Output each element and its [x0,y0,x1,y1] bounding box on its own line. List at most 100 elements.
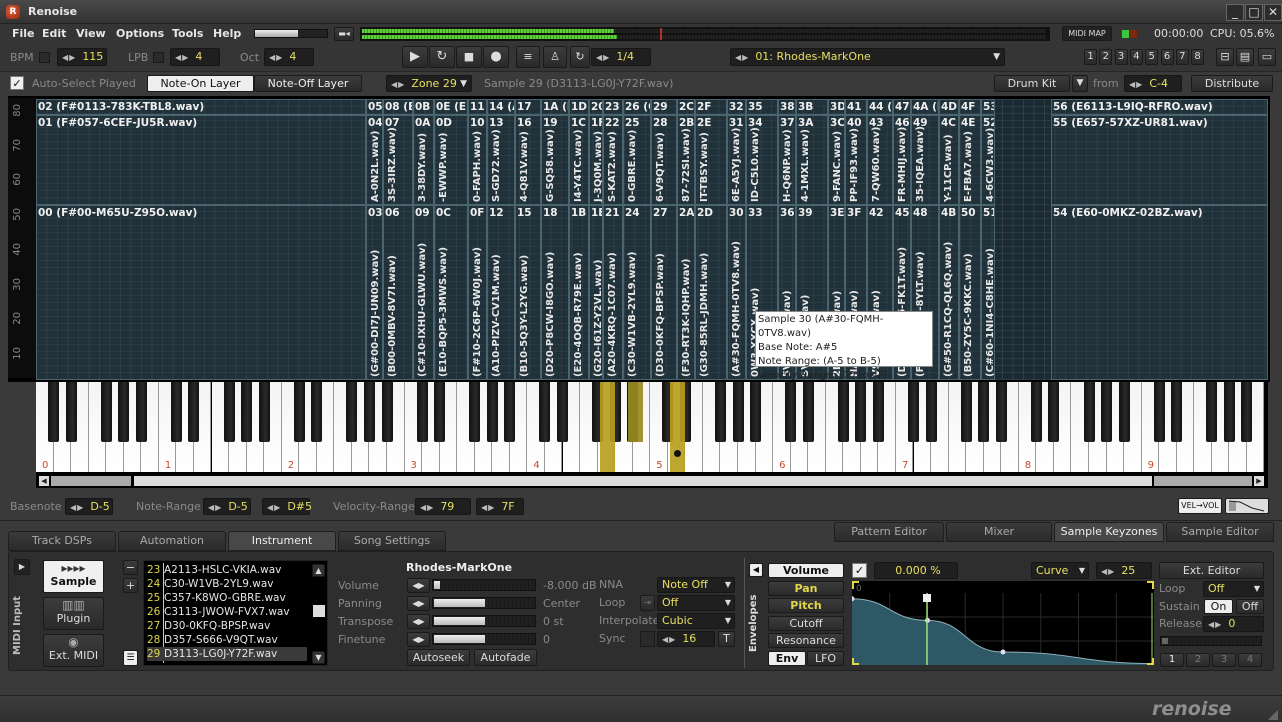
keyzone[interactable]: 1B (E20-4OQB-R79E.wav) [569,205,589,380]
keyzone[interactable]: 15 (B10-5Q3Y-L2YG.wav) [515,205,541,380]
black-key[interactable] [486,382,498,442]
black-key[interactable] [135,382,147,442]
black-key[interactable] [908,382,919,442]
keyzone[interactable]: 25 0-GBRE.wav) [623,115,651,205]
distribute-button[interactable]: Distribute [1191,75,1273,92]
keyzone[interactable]: 0D -EWWP.wav) [434,115,468,205]
black-key[interactable] [65,382,77,442]
black-key[interactable] [1153,382,1165,442]
envelope-pan-button[interactable]: Pan [768,580,844,596]
keyzone[interactable]: 0A 3-38DY.wav) [413,115,434,205]
piano-keyboard[interactable]: 0 1 2 3 4 5 6 7 8 9 [36,382,1268,474]
basenote-field[interactable]: ◀▶ D-5 [65,498,113,515]
lpb-checkbox[interactable] [153,52,164,63]
menu-file[interactable]: File [12,27,35,40]
black-key[interactable] [837,382,849,442]
keyzone[interactable]: 43 7-QW60.wav) [867,115,893,205]
envelope-preset-4[interactable]: 4 [1238,653,1262,667]
keyzone[interactable]: 28 6-V9QT.wav) [651,115,677,205]
view-tab-pattern-editor[interactable]: Pattern Editor [834,522,944,542]
black-key[interactable] [188,382,200,442]
keyzone[interactable]: 3D (C [828,99,845,115]
envelope-volume-button[interactable]: Volume [768,563,844,578]
keyzone[interactable]: 1A (D [541,99,569,115]
keyzone[interactable]: 31 6E-A5YJ.wav) [727,115,746,205]
keyzone[interactable]: 34 ID-C5L0.wav) [746,115,778,205]
collapse-envelopes-button[interactable]: ◀ [749,563,763,577]
envelope-resonance-button[interactable]: Resonance [768,633,844,648]
expand-midi-input-button[interactable]: ▶ [14,559,30,575]
keyzone[interactable]: 35 [746,99,778,115]
volume-slider[interactable] [432,579,536,591]
keyzone[interactable]: 0F (F#10-2C6P-6W0J.wav) [468,205,487,380]
black-key[interactable] [504,382,516,442]
keyzone[interactable]: 40 PP-IF93.wav) [845,115,867,205]
layout-split-button[interactable]: ⊟ [1216,48,1234,66]
keyzone[interactable]: 2A (F30-RT3K-IQHP.wav) [677,205,695,380]
black-key[interactable] [100,382,112,442]
black-key[interactable] [469,382,481,442]
black-key[interactable] [995,382,1007,442]
autofade-button[interactable]: Autofade [474,649,537,666]
keyzone[interactable]: 22 S-KAT2.wav) [603,115,623,205]
keyzone[interactable]: 0E (E [434,99,468,115]
track-button-4[interactable]: 4 [1129,49,1143,65]
black-key[interactable] [1206,382,1218,442]
keyzone[interactable]: 08 (B [383,99,413,115]
zone-selector[interactable]: ◀▶ Zone 29 ▼ [386,75,472,92]
keyzone[interactable]: 3B [796,99,828,115]
maximize-button[interactable]: □ [1245,4,1263,21]
sustain-handle[interactable] [923,594,931,602]
sustain-on-button[interactable]: On [1204,599,1233,614]
keyzone[interactable]: 17 [515,99,541,115]
drum-kit-dropdown[interactable]: ▼ [1072,75,1088,92]
keyzone[interactable]: 30 (A#30-FQMH-0TV8.wav) [727,205,746,380]
source-sample-button[interactable]: ▸▸▸▸ Sample [43,560,104,593]
black-key[interactable] [1048,382,1060,442]
lpb-field[interactable]: ◀▶ 4 [170,48,220,66]
sample-list-item[interactable]: 27 D30-0KFQ-BPSP.wav [147,619,307,633]
keyzone[interactable]: 4E E-FBA7.wav) [959,115,981,205]
keyzone[interactable]: 37 H-Q6NP.wav) [778,115,796,205]
black-key[interactable] [557,382,568,442]
keyzone[interactable]: 20 (G [589,99,603,115]
keyzone[interactable]: 18 (D20-P8CW-I8GO.wav) [541,205,569,380]
loop-play-button[interactable]: ↻ [429,46,455,68]
envelope-point[interactable] [1000,649,1006,655]
finetune-stepper[interactable]: ◀▶ [407,632,430,647]
black-key[interactable] [1030,382,1042,442]
view-tab-sample-editor[interactable]: Sample Editor [1166,522,1274,542]
black-key[interactable] [1171,382,1183,442]
keyzone[interactable]: 1C I4-Y4TC.wav) [569,115,589,205]
keyzone[interactable]: 00 (F#00-M65U-Z95O.wav) [36,205,366,380]
panning-stepper[interactable]: ◀▶ [407,596,430,611]
envelope-preset-2[interactable]: 2 [1186,653,1210,667]
track-button-2[interactable]: 2 [1099,49,1113,65]
keyzone[interactable]: 10 0-FAPH.wav) [468,115,487,205]
view-tab-sample-keyzones[interactable]: Sample Keyzones [1054,522,1164,542]
keyzone[interactable]: 03 (G#00-DI7J-UN09.wav) [366,205,383,380]
menu-view[interactable]: View [76,27,106,40]
envelope-graph[interactable]: 0 [849,581,1157,667]
sync-checkbox[interactable] [640,631,655,647]
keyzone[interactable]: 07 3S-3IRZ.wav) [383,115,413,205]
auto-select-checkbox[interactable]: ✓ [10,76,24,90]
edit-step-field[interactable]: ◀▶ 1/4 [591,48,651,66]
keyzone[interactable]: 3C 9-FANC.wav) [828,115,845,205]
vel-to-vol-button[interactable]: VEL→VOL [1178,498,1222,514]
stop-button[interactable]: ■ [456,46,482,68]
keyzone[interactable]: 4D [939,99,959,115]
black-key[interactable] [1241,382,1253,442]
keyzone[interactable]: 3A 4-1MXL.wav) [796,115,828,205]
keyzone[interactable]: 27 (D30-0KFQ-BPSP.wav) [651,205,677,380]
scroll-right-button[interactable]: ▶ [1254,476,1264,486]
black-key[interactable] [1083,382,1095,442]
black-key[interactable] [732,382,744,442]
keyzone[interactable]: 2C (F [677,99,695,115]
keyzone[interactable]: 4C Y-11CP.wav) [939,115,959,205]
minimize-button[interactable]: _ [1226,4,1244,21]
loop-select[interactable]: Off ▼ [657,595,735,611]
keyzone[interactable]: 0C (E10-BQP5-3MWS.wav) [434,205,468,380]
block-loop-button[interactable]: ↻ [570,46,590,68]
play-button[interactable]: ▶ [402,46,428,68]
